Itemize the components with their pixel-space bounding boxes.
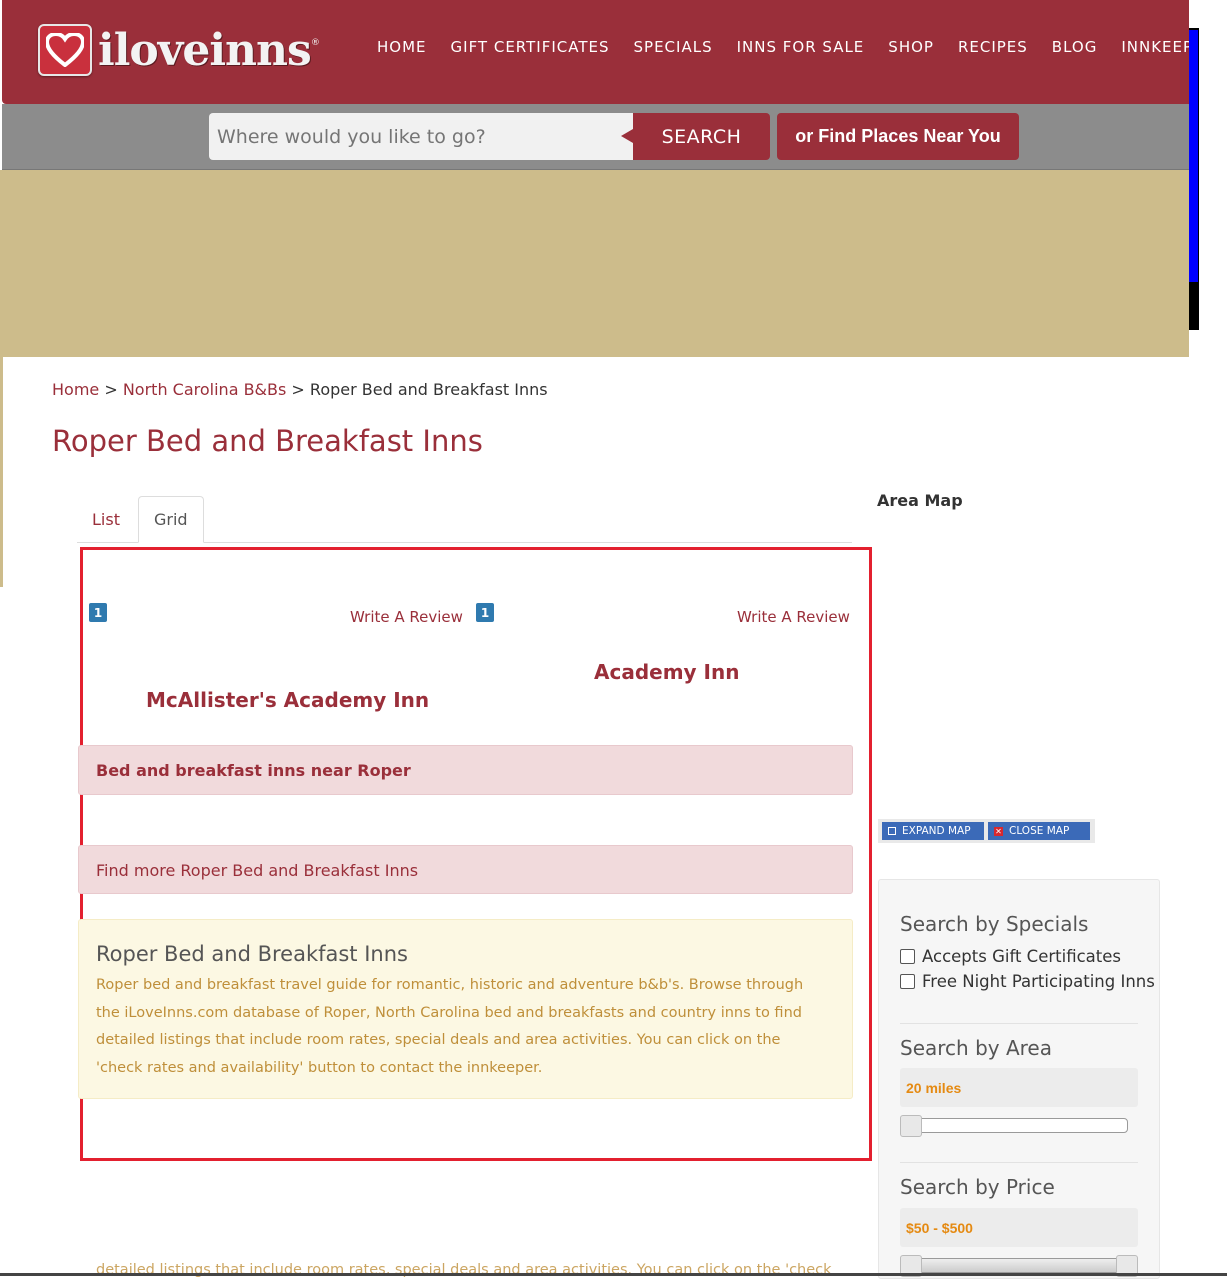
logo-text: iloveinns bbox=[98, 24, 312, 76]
breadcrumb-state[interactable]: North Carolina B&Bs bbox=[123, 380, 287, 399]
nav-innkeepers[interactable]: INNKEEPERS bbox=[1121, 38, 1225, 56]
search-button[interactable]: SEARCH bbox=[621, 113, 770, 160]
divider bbox=[900, 1023, 1138, 1024]
checkbox[interactable] bbox=[900, 949, 915, 964]
nav-shop[interactable]: SHOP bbox=[888, 38, 934, 56]
area-value: 20 miles bbox=[900, 1068, 1138, 1107]
specials-heading: Search by Specials bbox=[900, 912, 1089, 936]
nav-blog[interactable]: BLOG bbox=[1052, 38, 1098, 56]
listing-number-badge: 1 bbox=[89, 603, 107, 622]
slider-handle[interactable] bbox=[900, 1115, 922, 1137]
breadcrumb-separator: > bbox=[99, 380, 123, 399]
price-value: $50 - $500 bbox=[900, 1208, 1138, 1247]
info-box: Roper Bed and Breakfast Inns Roper bed a… bbox=[78, 919, 853, 1099]
nav-recipes[interactable]: RECIPES bbox=[958, 38, 1028, 56]
divider bbox=[900, 1162, 1138, 1163]
price-slider[interactable] bbox=[900, 1255, 1138, 1277]
area-slider[interactable] bbox=[900, 1115, 1128, 1137]
checkbox[interactable] bbox=[900, 974, 915, 989]
tab-list[interactable]: List bbox=[77, 496, 135, 543]
info-text: Roper bed and breakfast travel guide for… bbox=[96, 977, 804, 1076]
find-more-link[interactable]: Find more Roper Bed and Breakfast Inns bbox=[96, 861, 418, 880]
nav-inns-for-sale[interactable]: INNS FOR SALE bbox=[737, 38, 865, 56]
banner-edge bbox=[0, 357, 3, 587]
search-bar: SEARCH or Find Places Near You bbox=[2, 104, 1189, 170]
expand-map-button[interactable]: EXPAND MAP bbox=[882, 822, 984, 840]
find-places-near-button[interactable]: or Find Places Near You bbox=[777, 113, 1019, 160]
checkbox-label: Free Night Participating Inns bbox=[922, 972, 1155, 991]
nearby-inns-heading[interactable]: Bed and breakfast inns near Roper bbox=[96, 761, 411, 780]
nearby-inns-panel: Bed and breakfast inns near Roper bbox=[78, 745, 853, 795]
breadcrumb-home[interactable]: Home bbox=[52, 380, 99, 399]
expand-icon bbox=[888, 827, 896, 835]
heart-icon bbox=[38, 24, 92, 76]
price-heading: Search by Price bbox=[900, 1175, 1055, 1199]
tab-grid[interactable]: Grid bbox=[138, 496, 204, 543]
area-map-title: Area Map bbox=[877, 491, 963, 510]
breadcrumb-separator: > bbox=[286, 380, 310, 399]
close-icon: ✕ bbox=[994, 826, 1003, 836]
write-review-link[interactable]: Write A Review bbox=[350, 608, 463, 626]
main-nav: HOME GIFT CERTIFICATES SPECIALS INNS FOR… bbox=[377, 38, 1227, 56]
search-input[interactable] bbox=[209, 113, 635, 160]
ad-banner bbox=[0, 170, 1189, 357]
nav-home[interactable]: HOME bbox=[377, 38, 427, 56]
listing-number-badge: 1 bbox=[476, 603, 494, 622]
map-controls: EXPAND MAP ✕ CLOSE MAP bbox=[878, 819, 1095, 843]
nav-specials[interactable]: SPECIALS bbox=[634, 38, 713, 56]
search-filters-panel: Search by Specials Accepts Gift Certific… bbox=[878, 879, 1160, 1279]
page-title: Roper Bed and Breakfast Inns bbox=[52, 424, 483, 458]
inn-name-link[interactable]: McAllister's Academy Inn bbox=[146, 688, 429, 712]
gift-certificates-checkbox-row[interactable]: Accepts Gift Certificates bbox=[900, 947, 1121, 966]
write-review-link[interactable]: Write A Review bbox=[737, 608, 850, 626]
close-map-label: CLOSE MAP bbox=[1009, 825, 1070, 837]
breadcrumb-current: Roper Bed and Breakfast Inns bbox=[309, 380, 548, 399]
area-heading: Search by Area bbox=[900, 1036, 1052, 1060]
inn-name-link[interactable]: Academy Inn bbox=[594, 660, 739, 684]
find-more-panel: Find more Roper Bed and Breakfast Inns bbox=[78, 845, 853, 894]
close-map-button[interactable]: ✕ CLOSE MAP bbox=[988, 822, 1090, 840]
site-logo[interactable]: iloveinns ® bbox=[38, 22, 320, 78]
breadcrumb: Home > North Carolina B&Bs > Roper Bed a… bbox=[52, 380, 548, 399]
info-title: Roper Bed and Breakfast Inns bbox=[96, 942, 408, 966]
registered-mark: ® bbox=[310, 38, 320, 48]
view-tabs: List Grid bbox=[77, 496, 852, 543]
free-night-checkbox-row[interactable]: Free Night Participating Inns bbox=[900, 972, 1155, 991]
nav-gift-certificates[interactable]: GIFT CERTIFICATES bbox=[451, 38, 610, 56]
checkbox-label: Accepts Gift Certificates bbox=[922, 947, 1121, 966]
expand-map-label: EXPAND MAP bbox=[902, 825, 971, 837]
scrollbar-thumb[interactable] bbox=[1189, 30, 1198, 282]
site-header: iloveinns ® HOME GIFT CERTIFICATES SPECI… bbox=[2, 0, 1224, 104]
